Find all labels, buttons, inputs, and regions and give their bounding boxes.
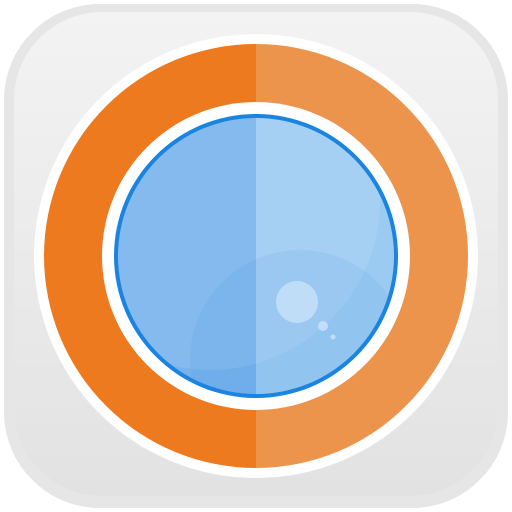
app-icon: [0, 0, 512, 512]
lens-glint-tiny: [330, 334, 336, 340]
app-icon-graphic: [4, 4, 508, 508]
lens-glint-large: [276, 281, 318, 323]
lens-glint-small: [318, 321, 328, 331]
